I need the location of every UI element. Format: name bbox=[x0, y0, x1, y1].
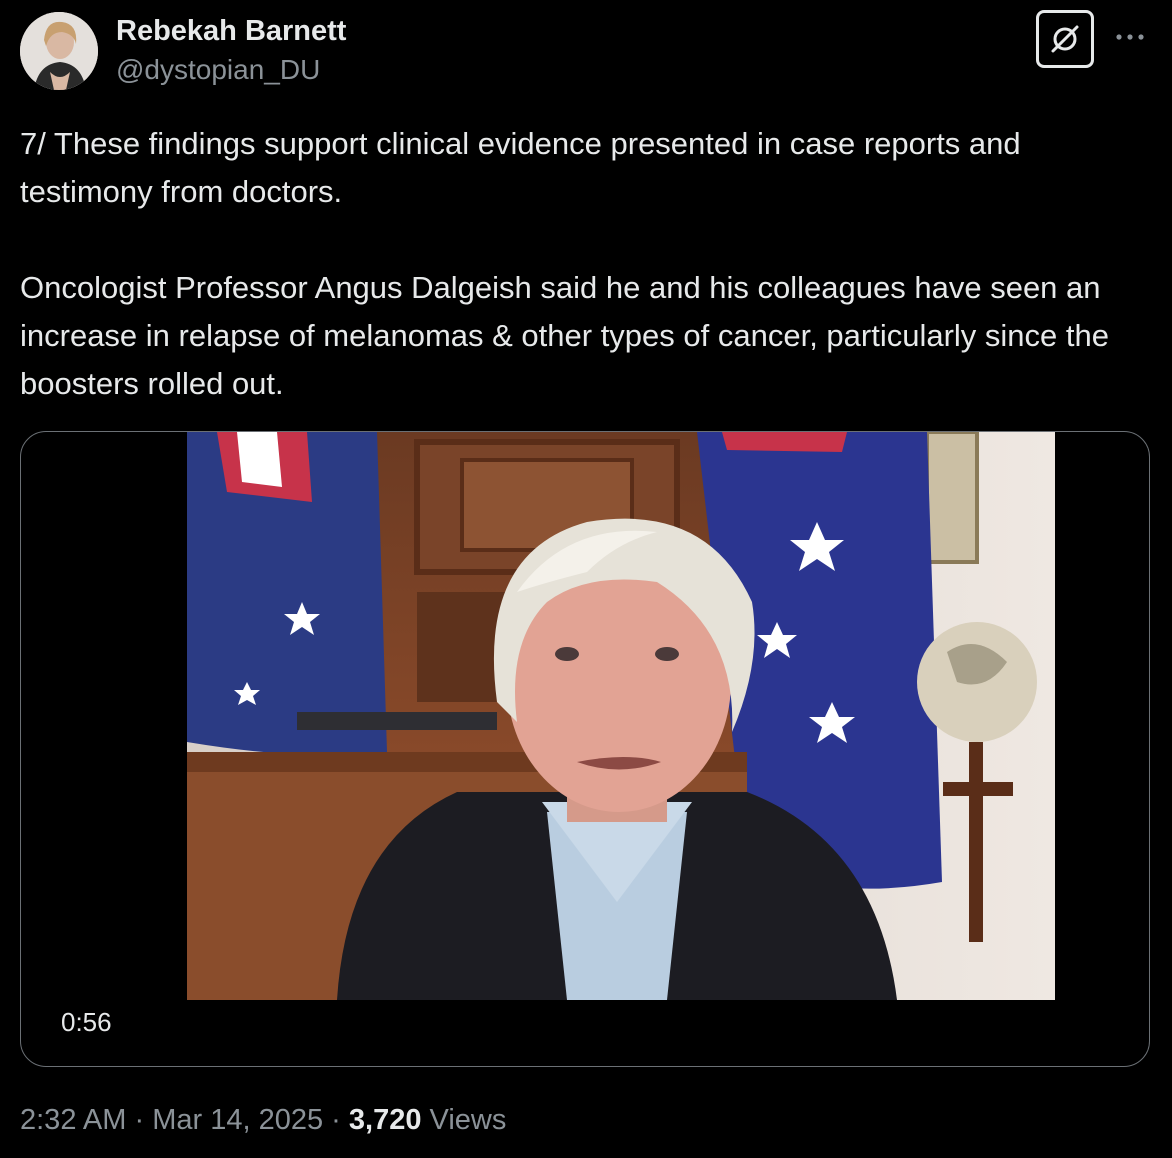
grok-button[interactable] bbox=[1036, 10, 1094, 68]
views-count[interactable]: 3,720 bbox=[349, 1104, 422, 1136]
tweet-paragraph-1: 7/ These findings support clinical evide… bbox=[20, 126, 1021, 209]
tweet-paragraph-2: Oncologist Professor Angus Dalgeish said… bbox=[20, 270, 1109, 401]
tweet-text: 7/ These findings support clinical evide… bbox=[20, 120, 1140, 408]
video-player[interactable]: 0:56 bbox=[20, 431, 1150, 1067]
meta-separator: · bbox=[134, 1104, 145, 1136]
tweet-meta: 2:32 AM · Mar 14, 2025 · 3,720 Views bbox=[20, 1100, 506, 1140]
video-thumbnail bbox=[187, 432, 1055, 1000]
author-names: Rebekah Barnett @dystopian_DU bbox=[116, 14, 346, 88]
post-time[interactable]: 2:32 AM bbox=[20, 1104, 126, 1136]
avatar[interactable] bbox=[20, 12, 98, 90]
tweet: Rebekah Barnett @dystopian_DU 7/ These f… bbox=[0, 0, 1172, 1158]
more-dots-icon bbox=[1116, 34, 1144, 40]
handle[interactable]: @dystopian_DU bbox=[116, 52, 346, 88]
video-duration: 0:56 bbox=[61, 1007, 112, 1037]
grok-icon bbox=[1051, 25, 1079, 53]
video-frame[interactable] bbox=[187, 432, 1055, 1000]
display-name[interactable]: Rebekah Barnett bbox=[116, 14, 346, 48]
views-label: Views bbox=[429, 1104, 507, 1136]
avatar-image bbox=[20, 12, 98, 90]
tweet-header: Rebekah Barnett @dystopian_DU bbox=[20, 10, 1152, 92]
meta-separator: · bbox=[331, 1104, 341, 1136]
post-date[interactable]: Mar 14, 2025 bbox=[152, 1104, 323, 1136]
more-button[interactable] bbox=[1110, 22, 1150, 52]
